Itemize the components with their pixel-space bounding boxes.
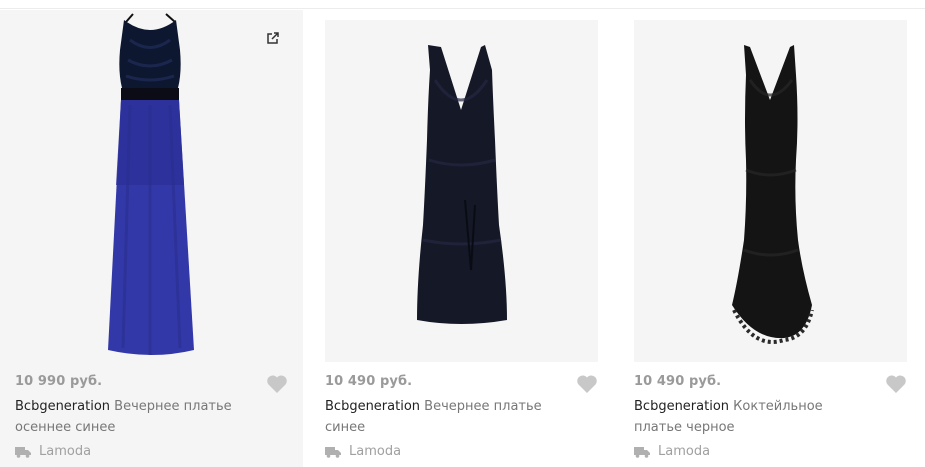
seller-name: Lamoda: [39, 444, 92, 459]
seller-info: Lamoda: [325, 444, 401, 459]
product-price: 10 490 руб.: [325, 374, 413, 389]
top-divider: [0, 8, 925, 9]
seller-info: Lamoda: [15, 444, 91, 459]
product-image[interactable]: [0, 10, 303, 370]
product-image[interactable]: [325, 20, 598, 362]
product-title[interactable]: Bcbgeneration Вечернее платье осеннее си…: [15, 396, 255, 438]
product-card[interactable]: 10 490 руб. Bcbgeneration Коктейльное пл…: [619, 10, 922, 467]
heart-icon[interactable]: [885, 374, 907, 394]
truck-icon: [634, 446, 650, 458]
product-image[interactable]: [634, 20, 907, 362]
seller-name: Lamoda: [349, 444, 402, 459]
product-title[interactable]: Bcbgeneration Вечернее платье синее: [325, 396, 565, 438]
product-card[interactable]: 10 490 руб. Bcbgeneration Вечернее плать…: [310, 10, 613, 467]
heart-icon[interactable]: [266, 374, 288, 394]
product-price: 10 490 руб.: [634, 374, 722, 389]
truck-icon: [15, 446, 31, 458]
product-title[interactable]: Bcbgeneration Коктейльное платье черное: [634, 396, 874, 438]
truck-icon: [325, 446, 341, 458]
external-link-icon[interactable]: [266, 30, 280, 44]
product-brand[interactable]: Bcbgeneration: [634, 399, 729, 414]
product-brand[interactable]: Bcbgeneration: [325, 399, 420, 414]
product-price: 10 990 руб.: [15, 374, 103, 389]
product-card[interactable]: 10 990 руб. Bcbgeneration Вечернее плать…: [0, 10, 303, 467]
product-brand[interactable]: Bcbgeneration: [15, 399, 110, 414]
seller-name: Lamoda: [658, 444, 711, 459]
seller-info: Lamoda: [634, 444, 710, 459]
heart-icon[interactable]: [576, 374, 598, 394]
